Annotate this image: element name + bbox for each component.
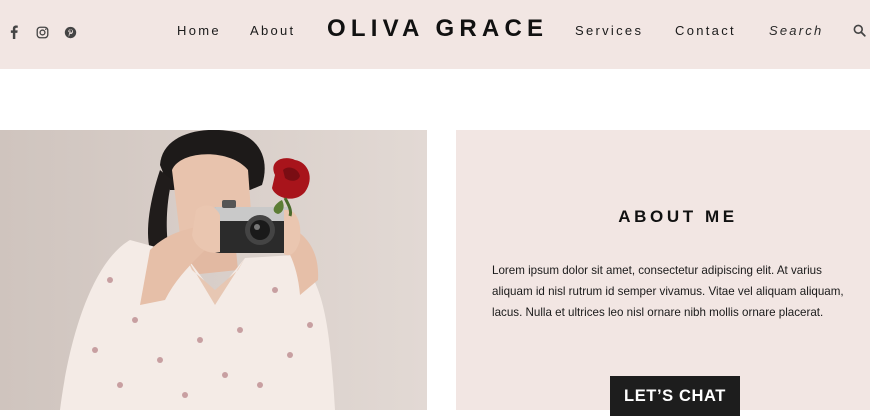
nav-home[interactable]: Home xyxy=(177,23,221,38)
site-logo[interactable]: OLIVA GRACE xyxy=(327,15,548,43)
site-header: Home About OLIVA GRACE Services Contact … xyxy=(0,0,870,69)
search-input[interactable]: Search xyxy=(769,23,823,38)
pinterest-icon[interactable] xyxy=(62,24,78,40)
about-title: ABOUT ME xyxy=(618,207,738,226)
about-body: Lorem ipsum dolor sit amet, consectetur … xyxy=(492,264,844,319)
about-section: ABOUT ME Lorem ipsum dolor sit amet, con… xyxy=(456,130,870,416)
facebook-icon[interactable] xyxy=(6,24,22,40)
search-icon[interactable] xyxy=(853,24,869,40)
instagram-icon[interactable] xyxy=(34,24,50,40)
nav-contact[interactable]: Contact xyxy=(675,23,736,38)
lets-chat-button[interactable]: LET’S CHAT xyxy=(610,376,740,416)
hero-photo xyxy=(0,130,427,410)
social-links xyxy=(6,24,78,40)
nav-services[interactable]: Services xyxy=(575,23,643,38)
nav-about[interactable]: About xyxy=(250,23,295,38)
